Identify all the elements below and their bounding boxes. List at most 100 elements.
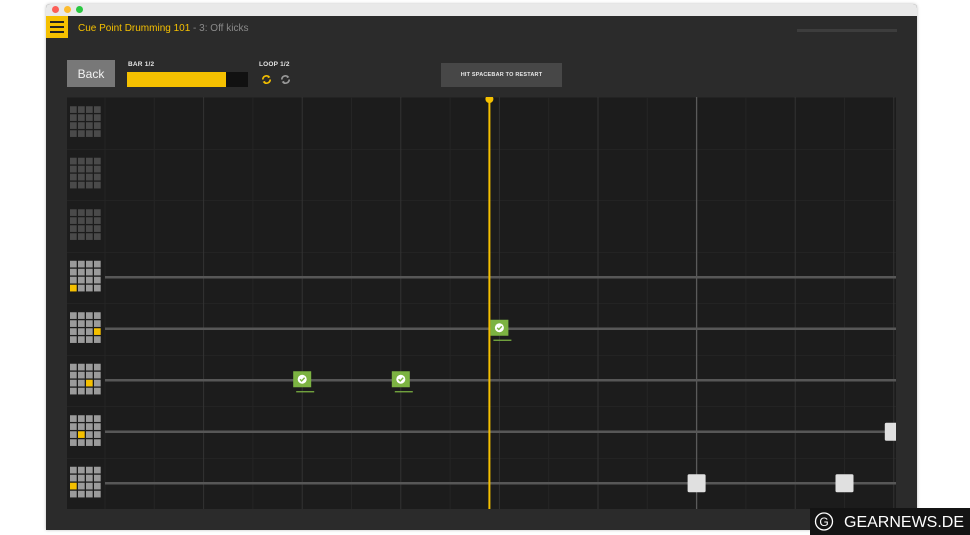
gearnews-watermark: G GEARNEWS.DE	[810, 508, 970, 535]
pad-cell	[86, 363, 93, 371]
pad-cell	[86, 490, 93, 498]
pad-cell	[86, 233, 93, 240]
bar-progress	[127, 72, 248, 87]
pad-cell	[78, 312, 85, 319]
pad-cell	[70, 379, 77, 387]
pad-cell	[70, 106, 77, 113]
pad-cell	[86, 482, 93, 490]
pending-note	[687, 474, 706, 493]
pad-cell	[78, 276, 85, 284]
pad-cell	[70, 371, 77, 379]
pad-cell	[78, 233, 85, 240]
close-window-button[interactable]	[52, 6, 59, 13]
pad-cell	[94, 482, 101, 490]
pad-cell	[78, 130, 85, 137]
pad-cell	[86, 165, 93, 173]
pad-cell	[94, 312, 101, 319]
pad-cell	[70, 157, 77, 165]
pad-cell	[78, 209, 85, 216]
zoom-window-button[interactable]	[76, 6, 83, 13]
pad-cell	[70, 439, 77, 446]
loop-done-icon	[261, 75, 272, 84]
app-window: Cue Point Drumming 101 - 3: Off kicks Ba…	[46, 4, 917, 530]
pad-cell	[70, 328, 77, 335]
pad-highlight	[94, 328, 101, 335]
pad-cell	[94, 268, 101, 276]
pad-cell	[70, 173, 77, 181]
timeline-canvas	[67, 97, 896, 509]
step-title: 3: Off kicks	[199, 23, 249, 34]
breadcrumb: Cue Point Drumming 101 - 3: Off kicks	[78, 23, 248, 34]
pad-cell	[86, 181, 93, 189]
pad-cell	[94, 431, 101, 438]
pad-cell	[94, 466, 101, 474]
pad-cell	[78, 260, 85, 268]
pad-cell	[94, 320, 101, 327]
pad-cell	[86, 439, 93, 446]
pad-cell	[86, 260, 93, 268]
loop-counter-label: LOOP 1/2	[259, 61, 290, 68]
pad-cell	[78, 157, 85, 165]
pad-cell	[70, 423, 77, 430]
pad-cell	[94, 114, 101, 121]
menu-icon[interactable]	[46, 16, 68, 38]
pad-cell	[86, 114, 93, 121]
pad-cell	[86, 336, 93, 343]
pad-grid-icon	[70, 415, 101, 446]
pad-cell	[78, 165, 85, 173]
pad-cell	[70, 233, 77, 240]
pad-cell	[70, 130, 77, 137]
pad-cell	[86, 130, 93, 137]
watermark-text: GEARNEWS.DE	[844, 514, 964, 531]
pad-cell	[94, 439, 101, 446]
pad-cell	[94, 181, 101, 189]
pad-cell	[78, 181, 85, 189]
pad-cell	[86, 474, 93, 482]
pad-cell	[86, 431, 93, 438]
pad-cell	[94, 276, 101, 284]
pad-highlight	[70, 482, 77, 490]
pad-cell	[86, 276, 93, 284]
pad-grid-icon	[70, 466, 101, 498]
pad-cell	[94, 217, 101, 224]
playhead-handle[interactable]	[485, 97, 494, 103]
pad-cell	[78, 328, 85, 335]
minimize-window-button[interactable]	[64, 6, 71, 13]
pad-cell	[94, 371, 101, 379]
pad-cell	[78, 490, 85, 498]
pad-cell	[70, 276, 77, 284]
pad-cell	[94, 474, 101, 482]
pad-cell	[70, 431, 77, 438]
pad-cell	[94, 284, 101, 292]
pad-cell	[86, 217, 93, 224]
pad-grid-icon	[70, 260, 101, 292]
bar-progress-fill	[127, 72, 227, 87]
pad-grid-icon	[70, 363, 101, 395]
pad-cell	[78, 336, 85, 343]
window-titlebar	[46, 4, 917, 16]
pending-note	[835, 474, 854, 493]
restart-button[interactable]: HIT SPACEBAR TO RESTART	[441, 63, 562, 87]
pad-cell	[86, 225, 93, 232]
pad-cell	[78, 284, 85, 292]
check-badge-icon	[396, 374, 406, 384]
back-button[interactable]: Back	[67, 60, 115, 87]
pad-cell	[78, 268, 85, 276]
pad-cell	[94, 363, 101, 371]
pad-highlight	[78, 431, 85, 438]
pad-cell	[78, 320, 85, 327]
pad-cell	[94, 106, 101, 113]
pad-cell	[70, 181, 77, 189]
pad-cell	[78, 482, 85, 490]
pad-cell	[78, 439, 85, 446]
pad-cell	[86, 209, 93, 216]
pad-cell	[70, 474, 77, 482]
pad-cell	[86, 122, 93, 129]
pad-cell	[86, 423, 93, 430]
pad-cell	[94, 209, 101, 216]
pad-cell	[70, 260, 77, 268]
pad-cell	[94, 225, 101, 232]
pad-cell	[70, 122, 77, 129]
pad-cell	[86, 415, 93, 422]
pad-cell	[94, 233, 101, 240]
